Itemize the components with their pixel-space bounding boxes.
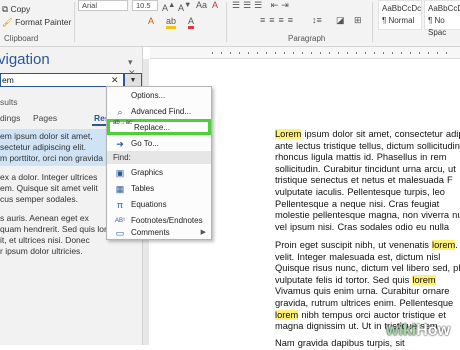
- style-no-spacing[interactable]: AaBbCcDc ¶ No Spac: [424, 0, 460, 37]
- document-line: sollicitudin. Curabitur tincidunt urna a…: [275, 163, 456, 174]
- document-line: Proin eget suscipit nibh, ut venenatis l…: [275, 240, 458, 250]
- graphics-icon: ▣: [115, 168, 125, 178]
- document-line: lorem nibh tempus orci auctor tristique …: [275, 309, 446, 320]
- horizontal-ruler[interactable]: [150, 47, 460, 59]
- grow-font-icon[interactable]: A▲: [162, 0, 175, 13]
- document-line: velit. Integer malesuada est, dictum nis…: [275, 251, 441, 262]
- go-to-menu-item[interactable]: ➜ Go To...: [107, 136, 211, 152]
- search-options-menu: Options... ⌕ Advanced Find... ab→ac Repl…: [106, 86, 212, 240]
- find-equations-menu-item[interactable]: π Equations: [107, 197, 211, 213]
- search-hit-highlight: lorem: [412, 274, 436, 285]
- advanced-find-menu-item[interactable]: ⌕ Advanced Find...: [107, 104, 211, 120]
- arrow-right-icon: ➜: [116, 139, 124, 149]
- ribbon-divider: [226, 2, 227, 42]
- pi-icon: π: [116, 200, 124, 210]
- font-color-icon[interactable]: A: [188, 16, 195, 29]
- shading-icon[interactable]: ◪: [336, 15, 345, 26]
- results-label: sults: [0, 97, 18, 107]
- chevron-down-icon: ▼: [129, 77, 137, 84]
- paragraph-1: Lorem ipsum dolor sit amet, consectetur …: [275, 129, 460, 233]
- document-line: gravida, rutrum ultrices enim. Pellentes…: [275, 297, 454, 308]
- navigation-title: vigation: [0, 51, 50, 68]
- clear-format-icon[interactable]: A: [212, 0, 218, 10]
- document-line: vulputate felis id tortor. Sed quis lore…: [275, 274, 436, 285]
- find-tables-menu-item[interactable]: ▦ Tables: [107, 181, 211, 197]
- document-line: Quisque risus nunc, dictum vel libero se…: [275, 263, 460, 274]
- document-line: Lorem ipsum dolor sit amet, consectetur …: [275, 129, 460, 139]
- copy-button[interactable]: ⧉ Copy: [2, 4, 30, 15]
- borders-icon[interactable]: ⊞: [354, 15, 362, 26]
- tab-headings[interactable]: dings: [0, 113, 20, 123]
- search-hit-highlight: lorem: [275, 309, 299, 320]
- style-normal[interactable]: AaBbCcDc ¶ Normal: [378, 0, 422, 30]
- format-painter-button[interactable]: 🖌 Format Painter: [2, 17, 71, 28]
- highlight-icon[interactable]: ab: [166, 16, 177, 29]
- clipboard-group-label: Clipboard: [4, 34, 39, 43]
- search-input[interactable]: em ✕: [0, 73, 124, 87]
- document-line: Pellentesque a neque nisi. Cras feugiat: [275, 198, 440, 209]
- search-icon: ⌕: [117, 107, 123, 117]
- find-comments-menu-item[interactable]: ▭ Comments ▶: [107, 225, 211, 241]
- replace-menu-item[interactable]: ab→ac Replace...: [107, 119, 211, 135]
- document-line: vulputate iaculis. Pellentesque turpis, …: [275, 186, 445, 197]
- shrink-font-icon[interactable]: A▼: [178, 0, 191, 13]
- submenu-arrow-icon: ▶: [200, 229, 206, 236]
- ribbon: ⧉ Copy 🖌 Format Painter Clipboard Arial …: [0, 0, 460, 47]
- comment-icon: ▭: [115, 228, 125, 238]
- search-hit-highlight: lorem: [432, 240, 456, 250]
- ruler-ticks: [212, 52, 452, 54]
- format-painter-icon: 🖌: [2, 17, 16, 27]
- paragraph-group-label: Paragraph: [288, 34, 326, 43]
- replace-icon: ab→ac: [113, 120, 133, 126]
- document-line: vel ipsum nisi. Cras sodales odio eu nul…: [275, 221, 450, 232]
- document-line: Vivamus quis enim urna. Curabitur ornare: [275, 286, 450, 297]
- search-dropdown-button[interactable]: ▼: [124, 73, 142, 87]
- wikihow-watermark: wikiHow: [386, 322, 451, 339]
- ribbon-divider: [74, 2, 75, 42]
- ribbon-divider: [372, 2, 373, 42]
- paragraph-2: Proin eget suscipit nibh, ut venenatis l…: [275, 240, 460, 333]
- font-name-select[interactable]: Arial: [78, 0, 128, 11]
- document-line: molestie pellentesque magna, non viverra…: [275, 210, 460, 221]
- align-buttons-icon[interactable]: ≡≡≡≡: [260, 15, 297, 25]
- document-line: rhoncus ligula mattis id. Phasellus in r…: [275, 152, 447, 163]
- search-value: em: [2, 75, 14, 85]
- options-menu-item[interactable]: Options...: [107, 88, 211, 104]
- document-line: ante lectus tristique tellus, dictum sol…: [275, 140, 460, 151]
- font-size-select[interactable]: 10.5: [132, 0, 158, 11]
- change-case-icon[interactable]: Aa: [196, 0, 207, 10]
- find-section-header: Find:: [107, 151, 211, 164]
- line-spacing-icon[interactable]: ↕≡: [312, 15, 322, 25]
- document-line: tristique senectus et netus et malesuada…: [275, 175, 453, 186]
- find-graphics-menu-item[interactable]: ▣ Graphics: [107, 165, 211, 181]
- clear-search-icon[interactable]: ✕: [111, 74, 119, 86]
- tab-pages[interactable]: Pages: [33, 113, 57, 123]
- table-icon: ▦: [115, 184, 125, 194]
- text-effects-icon[interactable]: A: [148, 16, 154, 26]
- search-hit-highlight: Lorem: [275, 129, 302, 139]
- document-page[interactable]: Lorem ipsum dolor sit amet, consectetur …: [215, 88, 460, 348]
- list-buttons-icon[interactable]: ☰☰☰ ⇤⇥: [232, 0, 292, 11]
